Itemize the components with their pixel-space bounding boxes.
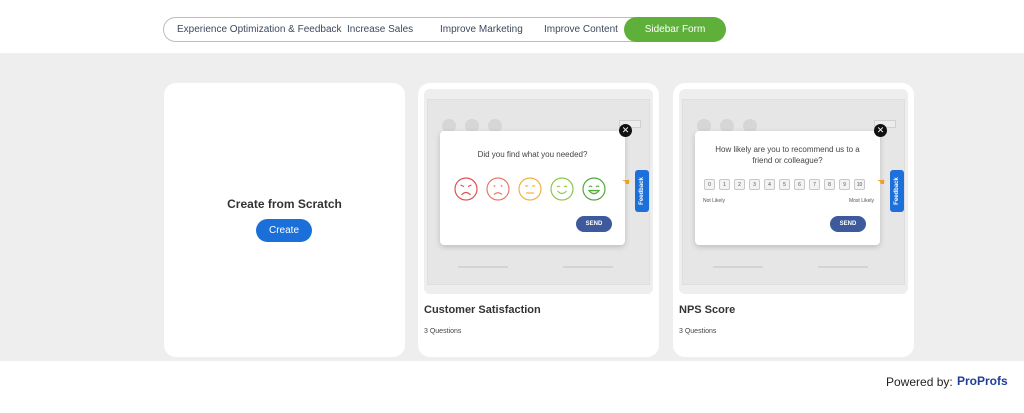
nps-option[interactable]: 0 <box>704 179 715 190</box>
powered-by-label: Powered by: <box>886 375 953 389</box>
nps-preview: How likely are you to recommend us to a … <box>679 89 908 294</box>
csat-question: Did you find what you needed? <box>477 150 588 159</box>
very-sad-face-icon[interactable] <box>454 177 478 201</box>
sad-face-icon[interactable] <box>486 177 510 201</box>
tab-experience-optimization[interactable]: Experience Optimization & Feedback <box>177 24 342 35</box>
nps-option[interactable]: 2 <box>734 179 745 190</box>
feedback-tab-label: Feedback <box>639 177 645 205</box>
card-subtitle: 3 Questions <box>424 328 462 335</box>
csat-send-button[interactable]: SEND <box>576 216 612 232</box>
tab-improve-marketing[interactable]: Improve Marketing <box>440 24 523 35</box>
nps-option[interactable]: 6 <box>794 179 805 190</box>
nps-option[interactable]: 8 <box>824 179 835 190</box>
nps-send-button[interactable]: SEND <box>830 216 866 232</box>
csat-preview: Did you find what you needed? SEND ✕ ☚ F… <box>424 89 653 294</box>
nps-popup: How likely are you to recommend us to a … <box>695 124 887 245</box>
smile-face-icon[interactable] <box>550 177 574 201</box>
nps-option[interactable]: 7 <box>809 179 820 190</box>
tab-improve-content[interactable]: Improve Content <box>544 24 618 35</box>
nps-option[interactable]: 10 <box>854 179 865 190</box>
nps-question-line2: friend or colleague? <box>752 156 823 165</box>
top-bar: Experience Optimization & Feedback Incre… <box>0 0 1024 53</box>
create-button[interactable]: Create <box>256 219 312 242</box>
feedback-tab[interactable]: Feedback <box>890 170 904 212</box>
mock-line <box>818 266 868 268</box>
tab-sidebar-form[interactable]: Sidebar Form <box>625 18 725 41</box>
nps-option[interactable]: 4 <box>764 179 775 190</box>
csat-popup: Did you find what you needed? SEND ✕ <box>440 124 632 245</box>
happy-face-icon[interactable] <box>582 177 606 201</box>
nps-option[interactable]: 3 <box>749 179 760 190</box>
nps-option[interactable]: 5 <box>779 179 790 190</box>
mock-line <box>458 266 508 268</box>
mock-line <box>563 266 613 268</box>
template-gallery: Create from Scratch Create Did you find … <box>0 53 1024 361</box>
pointer-hand-icon: ☚ <box>877 177 886 187</box>
nps-low-label: Not Likely <box>703 198 725 204</box>
feedback-tab-label: Feedback <box>894 177 900 205</box>
proprofs-logo[interactable]: ProProfs <box>957 374 1008 388</box>
close-icon[interactable]: ✕ <box>874 124 887 137</box>
nps-score-card[interactable]: How likely are you to recommend us to a … <box>673 83 914 357</box>
face-rating <box>454 177 614 205</box>
customer-satisfaction-card[interactable]: Did you find what you needed? SEND ✕ ☚ F… <box>418 83 659 357</box>
create-from-scratch-card[interactable]: Create from Scratch Create <box>164 83 405 357</box>
neutral-face-icon[interactable] <box>518 177 542 201</box>
scratch-title: Create from Scratch <box>227 197 342 211</box>
card-subtitle: 3 Questions <box>679 328 717 335</box>
card-title: NPS Score <box>679 304 736 316</box>
nps-question-line1: How likely are you to recommend us to a <box>715 145 860 154</box>
feedback-tab[interactable]: Feedback <box>635 170 649 212</box>
pointer-hand-icon: ☚ <box>622 177 631 187</box>
card-title: Customer Satisfaction <box>424 304 541 316</box>
mock-line <box>713 266 763 268</box>
tab-increase-sales[interactable]: Increase Sales <box>347 24 413 35</box>
category-tabs: Experience Optimization & Feedback Incre… <box>163 17 725 42</box>
nps-option[interactable]: 9 <box>839 179 850 190</box>
close-icon[interactable]: ✕ <box>619 124 632 137</box>
nps-high-label: Most Likely <box>848 198 874 204</box>
nps-option[interactable]: 1 <box>719 179 730 190</box>
